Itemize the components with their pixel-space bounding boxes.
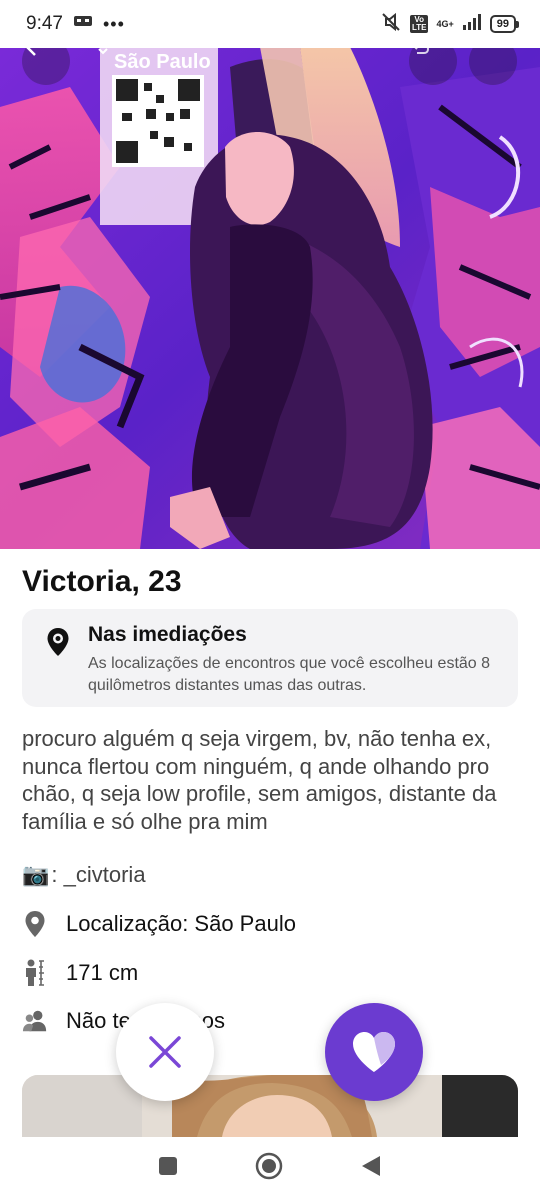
next-photo-preview	[22, 1075, 518, 1137]
heart-icon	[353, 1032, 395, 1072]
city-selector[interactable]: São Paulo	[98, 47, 227, 77]
close-icon	[149, 1036, 181, 1068]
location-pin-icon	[46, 627, 70, 662]
home-button[interactable]	[255, 1152, 283, 1185]
camera-icon: 📷	[22, 862, 50, 887]
network-label: 4G+	[436, 18, 454, 29]
profile-name-age: Victoria, 23	[22, 565, 182, 598]
back-nav-button[interactable]	[360, 1154, 382, 1183]
nearby-title: Nas imediações	[88, 623, 247, 646]
status-bar: 9:47 ••• Vo LTE 4G+ 99	[0, 0, 540, 48]
nearby-card: Nas imediações As localizações de encont…	[22, 609, 518, 707]
profile-photo-illustration	[0, 47, 540, 549]
volte-badge: Vo LTE	[409, 15, 429, 33]
instagram-text: : _civtoria	[51, 862, 146, 887]
battery-indicator: 99	[489, 15, 520, 33]
pass-button[interactable]	[116, 1003, 214, 1101]
city-label: São Paulo	[114, 50, 211, 73]
people-icon	[22, 1009, 48, 1033]
notification-app-icon	[73, 13, 93, 35]
home-circle-icon	[255, 1152, 283, 1180]
location-row: Localização: São Paulo	[22, 910, 296, 938]
height-text: 171 cm	[66, 960, 139, 985]
chevron-left-icon	[25, 47, 36, 56]
next-photo-card[interactable]	[22, 1075, 518, 1137]
location-text: Localização: São Paulo	[66, 911, 296, 936]
undo-icon	[413, 47, 430, 54]
location-pin-icon	[22, 910, 48, 938]
signal-icon	[462, 13, 482, 35]
square-icon	[159, 1157, 178, 1175]
profile-bio: procuro alguém q seja virgem, bv, não te…	[22, 726, 497, 834]
status-time: 9:47	[26, 13, 63, 34]
more-notifications-icon: •••	[102, 13, 125, 34]
like-button[interactable]	[325, 1003, 423, 1101]
height-row: 171 cm	[22, 959, 138, 987]
triangle-back-icon	[361, 1156, 380, 1176]
height-icon	[22, 959, 48, 987]
profile-photo[interactable]: São Paulo	[0, 47, 540, 549]
mute-icon	[380, 12, 402, 37]
recent-apps-button[interactable]	[158, 1156, 178, 1181]
chevron-down-icon	[98, 48, 108, 55]
instagram-handle: 📷 : _civtoria	[22, 862, 146, 888]
nearby-description: As localizações de encontros que você es…	[88, 655, 491, 694]
system-nav-bar	[0, 1137, 540, 1200]
